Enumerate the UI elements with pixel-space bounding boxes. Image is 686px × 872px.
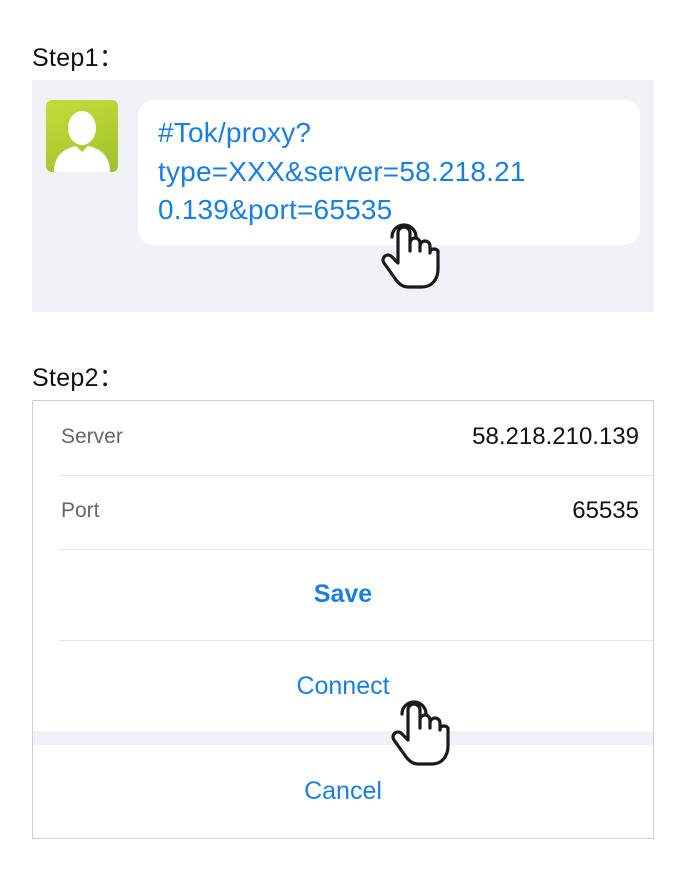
connect-button-label: Connect [296,672,390,700]
proxy-link-line: type=XXX&server=58.218.21 [158,155,526,187]
server-value: 58.218.210.139 [472,423,639,450]
chat-panel: #Tok/proxy? type=XXX&server=58.218.21 0.… [32,80,654,312]
port-value: 65535 [572,497,639,524]
proxy-dialog: Server 58.218.210.139 Port 65535 Save Co… [32,400,654,839]
tap-hand-icon [381,223,440,289]
cancel-button[interactable]: Cancel [59,745,653,838]
tap-hand-icon [391,700,450,766]
server-label: Server [61,425,123,448]
cancel-button-label: Cancel [304,777,382,805]
default-user-avatar-icon [46,100,118,172]
action-separator [33,731,653,745]
port-label: Port [61,499,100,522]
proxy-link-line: #Tok/proxy? [158,117,312,148]
step2-label: Step2： [32,364,125,392]
save-button[interactable]: Save [59,549,653,641]
port-row: Port 65535 [59,475,653,550]
step1-label: Step1： [32,44,125,72]
server-row: Server 58.218.210.139 [59,401,653,476]
save-button-label: Save [313,580,373,608]
connect-button[interactable]: Connect [59,641,653,731]
